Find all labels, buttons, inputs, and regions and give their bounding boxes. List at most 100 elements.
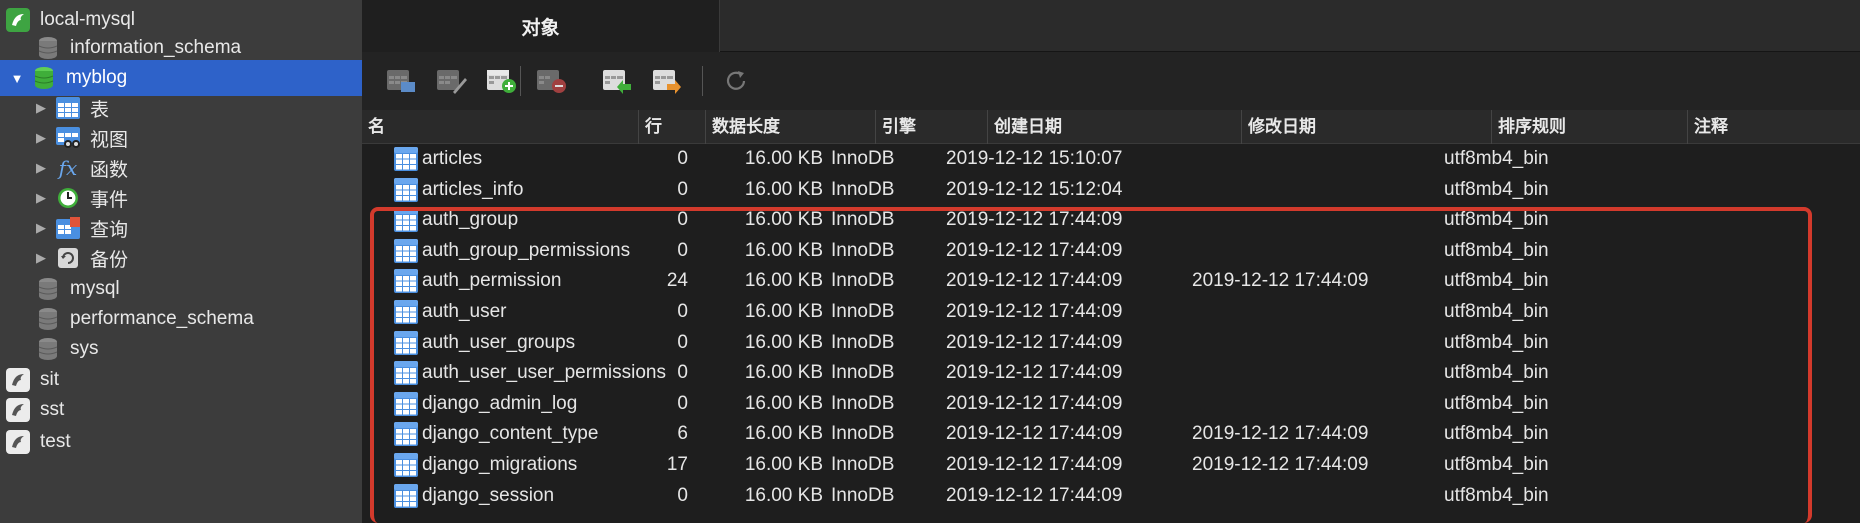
database-icon <box>36 307 60 331</box>
database-icon <box>36 277 60 301</box>
sidebar-item-sst[interactable]: sst <box>0 392 362 428</box>
cell-engine: InnoDB <box>831 392 895 414</box>
new-table-icon[interactable] <box>486 66 518 96</box>
database-icon <box>32 66 56 90</box>
chevron-right-icon[interactable]: ▶ <box>34 190 48 206</box>
import-wizard-icon[interactable] <box>602 66 634 96</box>
cell-data-length: 16.00 KB <box>744 301 823 322</box>
table-row[interactable]: auth_user_groups 0 16.00 KB InnoDB 2019-12-1… <box>362 328 1860 359</box>
cell-table-name: articles_info <box>422 178 524 200</box>
table-row[interactable]: auth_group 0 16.00 KB InnoDB 2019-12-12 17:4… <box>362 205 1860 236</box>
cell-collation: utf8mb4_bin <box>1444 454 1549 475</box>
chevron-right-icon[interactable]: ▶ <box>34 100 48 116</box>
cell-data-length: 16.00 KB <box>744 362 823 384</box>
cell-table-name: auth_group <box>422 209 519 231</box>
cell-created-date: 2019-12-12 17:44:09 <box>946 270 1123 292</box>
sidebar-item-label: sys <box>70 338 99 359</box>
cell-engine: InnoDB <box>831 239 895 261</box>
toolbar-separator <box>520 66 521 96</box>
cell-row-count: 0 <box>677 331 688 353</box>
cell-created-date: 2019-12-12 17:44:09 <box>946 423 1123 445</box>
cell-modified-date <box>1192 175 1442 206</box>
sidebar-item-label: mysql <box>70 278 120 299</box>
column-header-data-length[interactable]: 数据长度 <box>705 110 875 144</box>
cell-row-count: 6 <box>677 423 688 445</box>
column-header-engine[interactable]: 引擎 <box>875 110 987 144</box>
table-row[interactable]: auth_user 0 16.00 KB InnoDB 2019-12-12 17:44… <box>362 297 1860 328</box>
database-icon <box>36 337 60 361</box>
table-icon <box>394 361 418 386</box>
cell-engine: InnoDB <box>831 178 895 200</box>
mysql-connection-icon <box>6 398 30 422</box>
cell-engine: InnoDB <box>831 331 895 353</box>
table-header: 名 行 数据长度 引擎 创建日期 修改日期 排序规则 注释 <box>362 110 1860 144</box>
chevron-right-icon[interactable]: ▶ <box>34 250 48 266</box>
chevron-right-icon[interactable]: ▶ <box>34 130 48 146</box>
table-row[interactable]: django_migrations 17 16.00 KB InnoDB 2019-12… <box>362 450 1860 481</box>
sidebar-item-label: 函数 <box>90 159 129 181</box>
table-row[interactable]: articles_info 0 16.00 KB InnoDB 2019-12-12 1… <box>362 175 1860 206</box>
sidebar-item-test[interactable]: test <box>0 424 362 460</box>
column-header-name[interactable]: 名 <box>362 110 638 144</box>
mysql-connection-icon <box>6 368 30 392</box>
export-wizard-icon[interactable] <box>652 66 684 96</box>
sidebar-item-label: 查询 <box>90 219 129 241</box>
table-icon <box>394 483 418 508</box>
cell-data-length: 16.00 KB <box>744 484 823 506</box>
chevron-right-icon[interactable]: ▶ <box>34 160 48 176</box>
toolbar-separator <box>702 66 703 96</box>
tab-bar: 对象 <box>362 0 1860 52</box>
cell-collation: utf8mb4_bin <box>1444 239 1549 261</box>
column-header-rows[interactable]: 行 <box>638 110 705 144</box>
chevron-down-icon[interactable]: ▼ <box>10 71 24 86</box>
table-row[interactable]: auth_user_user_permissions 0 16.00 KB InnoD… <box>362 358 1860 389</box>
cell-table-name: django_session <box>422 484 555 506</box>
cell-created-date: 2019-12-12 17:44:09 <box>946 209 1123 231</box>
cell-row-count: 0 <box>677 392 688 414</box>
cell-modified-date <box>1192 236 1442 267</box>
backup-icon <box>56 246 80 270</box>
cell-table-name: auth_user_user_permissions <box>422 362 666 384</box>
sidebar-item-label: 备份 <box>90 249 129 271</box>
cell-collation: utf8mb4_bin <box>1444 423 1549 445</box>
cell-collation: utf8mb4_bin <box>1444 148 1549 169</box>
delete-table-icon[interactable] <box>536 66 568 96</box>
column-header-collation[interactable]: 排序规则 <box>1491 110 1687 144</box>
function-icon: fx <box>58 156 78 180</box>
tab-objects[interactable]: 对象 <box>362 0 720 52</box>
cell-data-length: 16.00 KB <box>744 331 823 353</box>
cell-modified-date <box>1192 328 1442 359</box>
sidebar-item-label: local-mysql <box>40 9 136 30</box>
open-table-icon[interactable] <box>386 66 418 96</box>
cell-row-count: 0 <box>677 484 688 506</box>
cell-engine: InnoDB <box>831 148 895 169</box>
sidebar-item-label: myblog <box>66 67 128 88</box>
cell-engine: InnoDB <box>831 423 895 445</box>
table-icon <box>394 177 418 202</box>
cell-created-date: 2019-12-12 15:10:07 <box>946 148 1123 169</box>
cell-collation: utf8mb4_bin <box>1444 270 1549 292</box>
table-row[interactable]: auth_group_permissions 0 16.00 KB InnoDB 201… <box>362 236 1860 267</box>
refresh-icon[interactable] <box>720 66 752 96</box>
column-header-created[interactable]: 创建日期 <box>987 110 1241 144</box>
column-header-modified[interactable]: 修改日期 <box>1241 110 1491 144</box>
table-row[interactable]: django_session 0 16.00 KB InnoDB 2019-12-12 … <box>362 481 1860 512</box>
table-row[interactable]: django_content_type 6 16.00 KB InnoDB 2019-1… <box>362 419 1860 450</box>
cell-modified-date <box>1192 205 1442 236</box>
table-row[interactable]: articles 0 16.00 KB InnoDB 2019-12-12 15:10:… <box>362 144 1860 175</box>
sidebar-item-label: 表 <box>90 99 110 121</box>
sidebar-item-label: test <box>40 431 71 452</box>
mysql-connection-icon <box>6 8 30 32</box>
table-icon <box>394 453 418 477</box>
column-header-comment[interactable]: 注释 <box>1687 110 1860 144</box>
chevron-right-icon[interactable]: ▶ <box>34 220 48 236</box>
table-row[interactable]: auth_permission 24 16.00 KB InnoDB 2019-12-1… <box>362 266 1860 297</box>
cell-data-length: 16.00 KB <box>744 209 823 231</box>
table-row[interactable]: django_admin_log 0 16.00 KB InnoDB 2019-12-1… <box>362 389 1860 420</box>
sidebar-item-label: information_schema <box>70 37 242 58</box>
cell-collation: utf8mb4_bin <box>1444 484 1549 506</box>
table-icon <box>394 269 418 294</box>
cell-modified-date <box>1192 481 1442 512</box>
cell-row-count: 0 <box>677 301 688 322</box>
design-table-icon[interactable] <box>436 66 468 96</box>
